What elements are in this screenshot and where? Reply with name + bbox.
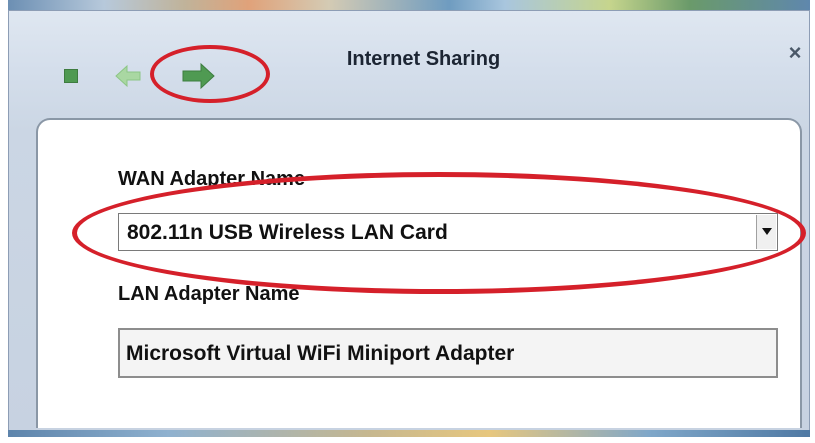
settings-panel <box>36 118 802 428</box>
chevron-down-icon <box>762 228 772 235</box>
lan-adapter-label: LAN Adapter Name <box>118 283 300 305</box>
lan-adapter-value: Microsoft Virtual WiFi Miniport Adapter <box>126 342 515 365</box>
close-icon: × <box>788 40 802 65</box>
dropdown-button[interactable] <box>756 215 776 249</box>
forward-arrow-icon <box>182 62 215 90</box>
taskbar-glow-bottom <box>8 430 810 437</box>
wan-adapter-selected-value: 802.11n USB Wireless LAN Card <box>127 221 448 244</box>
window-title-text: Internet Sharing <box>346 48 501 70</box>
forward-button[interactable] <box>180 62 216 90</box>
close-button[interactable]: × <box>782 40 808 66</box>
wan-adapter-select[interactable]: 802.11n USB Wireless LAN Card <box>118 213 778 251</box>
back-button[interactable] <box>114 63 142 89</box>
back-arrow-icon <box>115 64 141 88</box>
stop-button[interactable] <box>64 69 78 83</box>
wan-adapter-label: WAN Adapter Name <box>118 168 306 190</box>
lan-adapter-field: Microsoft Virtual WiFi Miniport Adapter <box>118 328 778 378</box>
screenshot-stage: Internet Sharing × WAN Adapter Name 802.… <box>0 0 815 443</box>
